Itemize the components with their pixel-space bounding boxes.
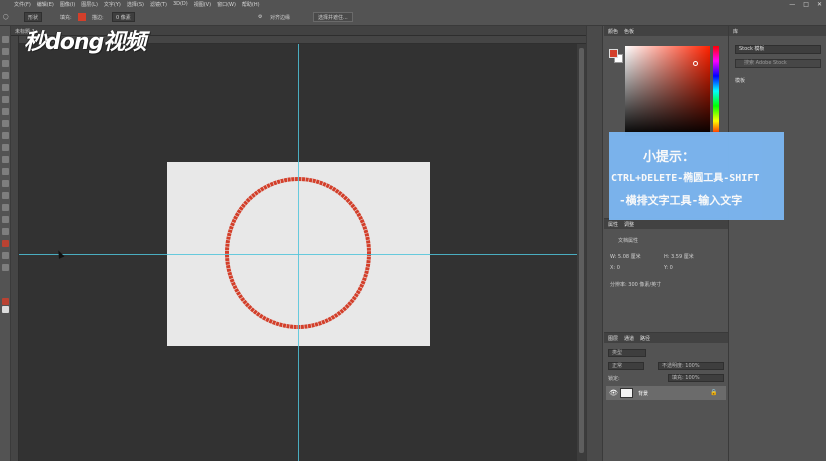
hand-tool-icon[interactable] (2, 252, 9, 259)
layer-thumbnail (620, 388, 633, 398)
menu-bar: 文件(F) 编辑(E) 图像(I) 图层(L) 文字(Y) 选择(S) 滤镜(T… (0, 0, 826, 8)
menu-view[interactable]: 视图(V) (194, 1, 211, 8)
minimize-button[interactable]: — (789, 1, 795, 8)
tip-line-1: CTRL+DELETE-椭圆工具-SHIFT (611, 173, 760, 184)
stamp-tool-icon[interactable] (2, 132, 9, 139)
eye-icon[interactable]: 👁 (609, 389, 618, 397)
move-tool-icon[interactable] (2, 36, 9, 43)
fill-field[interactable]: 填充: 100% (668, 374, 724, 382)
watermark-logo: 秒dong视频 (24, 30, 146, 55)
menu-filter[interactable]: 滤镜(T) (150, 1, 167, 8)
tab-swatches[interactable]: 色板 (624, 28, 634, 35)
hue-slider[interactable] (713, 46, 719, 136)
library-panel-tabs: 库 (729, 26, 826, 36)
menu-file[interactable]: 文件(F) (14, 1, 31, 8)
opacity-field[interactable]: 不透明度: 100% (658, 362, 724, 370)
menu-help[interactable]: 帮助(H) (242, 1, 260, 8)
foreground-color-swatch[interactable] (2, 298, 9, 305)
mode-select[interactable]: 形状 (24, 12, 43, 22)
lock-label: 锁定: (608, 376, 620, 382)
eraser-tool-icon[interactable] (2, 156, 9, 163)
library-search-input[interactable]: 搜索 Adobe Stock (735, 59, 821, 68)
height-field[interactable]: H: 3.59 厘米 (664, 253, 694, 260)
panel-icon-strip (586, 26, 603, 461)
close-button[interactable]: ✕ (817, 1, 822, 8)
fill-swatch[interactable] (78, 13, 86, 21)
ellipse-tool-icon[interactable]: ◯ (3, 12, 9, 22)
maximize-button[interactable]: □ (803, 1, 809, 8)
layer-name: 背景 (638, 391, 649, 397)
brush-tool-icon[interactable] (2, 120, 9, 127)
layer-row[interactable]: 👁 背景 🔒 (606, 386, 726, 400)
tab-adjustments[interactable]: 调整 (624, 221, 634, 228)
tab-paths[interactable]: 路径 (640, 335, 650, 342)
tip-line-2: -横排文字工具-输入文字 (619, 194, 743, 207)
healing-tool-icon[interactable] (2, 108, 9, 115)
foreground-swatch[interactable] (609, 49, 618, 58)
library-select[interactable]: Stock 模板 (735, 45, 821, 54)
properties-panel-tabs: 属性 调整 (604, 219, 728, 229)
eyedropper-tool-icon[interactable] (2, 96, 9, 103)
gradient-tool-icon[interactable] (2, 168, 9, 175)
fill-label: 填充: (60, 14, 72, 21)
guide-vertical[interactable] (298, 44, 299, 461)
library-panel: 库 Stock 模板 搜索 Adobe Stock 模板 (728, 26, 826, 461)
align-edges-label[interactable]: 对齐边缘 (270, 12, 290, 22)
menu-select[interactable]: 选择(S) (127, 1, 144, 8)
properties-section-title: 文档属性 (618, 238, 639, 244)
ruler-vertical (11, 36, 19, 461)
tab-color[interactable]: 颜色 (608, 28, 618, 35)
lock-icon: 🔒 (710, 389, 718, 396)
settings-icon[interactable]: ⚙ (258, 12, 262, 22)
menu-layer[interactable]: 图层(L) (81, 1, 98, 8)
layers-panel: 图层 通道 路径 类型 正常 不透明度: 100% 锁定: 填充: 100% 👁… (604, 332, 728, 461)
pen-tool-icon[interactable] (2, 204, 9, 211)
y-field[interactable]: Y: 0 (664, 265, 673, 271)
color-picker-field[interactable] (625, 46, 710, 136)
color-picker-marker[interactable] (693, 61, 698, 66)
layer-kind-filter[interactable]: 类型 (608, 349, 646, 357)
menu-window[interactable]: 窗口(W) (217, 1, 236, 8)
tab-properties[interactable]: 属性 (608, 221, 618, 228)
blur-tool-icon[interactable] (2, 180, 9, 187)
ellipse-tool-active-icon[interactable] (2, 240, 9, 247)
zoom-tool-icon[interactable] (2, 264, 9, 271)
library-item[interactable]: 模板 (735, 77, 745, 84)
crop-tool-icon[interactable] (2, 84, 9, 91)
background-color-swatch[interactable] (2, 306, 9, 313)
tab-layers[interactable]: 图层 (608, 335, 618, 342)
tool-bar (0, 26, 11, 461)
tip-title: 小提示： (643, 150, 696, 165)
width-field[interactable]: W: 5.08 厘米 (610, 253, 641, 260)
marquee-tool-icon[interactable] (2, 48, 9, 55)
tip-overlay: 小提示： CTRL+DELETE-椭圆工具-SHIFT -横排文字工具-输入文字 (609, 132, 784, 220)
properties-panel: 属性 调整 文档属性 W: 5.08 厘米 H: 3.59 厘米 X: 0 Y:… (604, 218, 728, 330)
canvas-scrollbar[interactable] (577, 44, 586, 461)
scrollbar-thumb[interactable] (579, 48, 584, 453)
path-select-tool-icon[interactable] (2, 228, 9, 235)
color-panel-tabs: 颜色 色板 (604, 26, 728, 36)
menu-edit[interactable]: 编辑(E) (37, 1, 54, 8)
resolution-text: 分辨率: 300 像素/英寸 (610, 282, 662, 288)
tab-channels[interactable]: 通道 (624, 335, 634, 342)
type-tool-icon[interactable] (2, 216, 9, 223)
menu-image[interactable]: 图像(I) (60, 1, 75, 8)
blend-mode-select[interactable]: 正常 (608, 362, 644, 370)
x-field[interactable]: X: 0 (610, 265, 620, 271)
stroke-width-field[interactable]: 0 像素 (112, 12, 135, 22)
quick-select-tool-icon[interactable] (2, 72, 9, 79)
history-brush-tool-icon[interactable] (2, 144, 9, 151)
tab-library[interactable]: 库 (733, 28, 738, 35)
layers-panel-tabs: 图层 通道 路径 (604, 333, 728, 343)
window-controls: — □ ✕ (789, 0, 822, 8)
stroke-label: 描边: (92, 14, 104, 21)
dodge-tool-icon[interactable] (2, 192, 9, 199)
menu-3d[interactable]: 3D(D) (173, 1, 188, 7)
menu-type[interactable]: 文字(Y) (104, 1, 121, 8)
select-and-mask-button[interactable]: 选择并遮住... (313, 12, 353, 22)
lasso-tool-icon[interactable] (2, 60, 9, 67)
